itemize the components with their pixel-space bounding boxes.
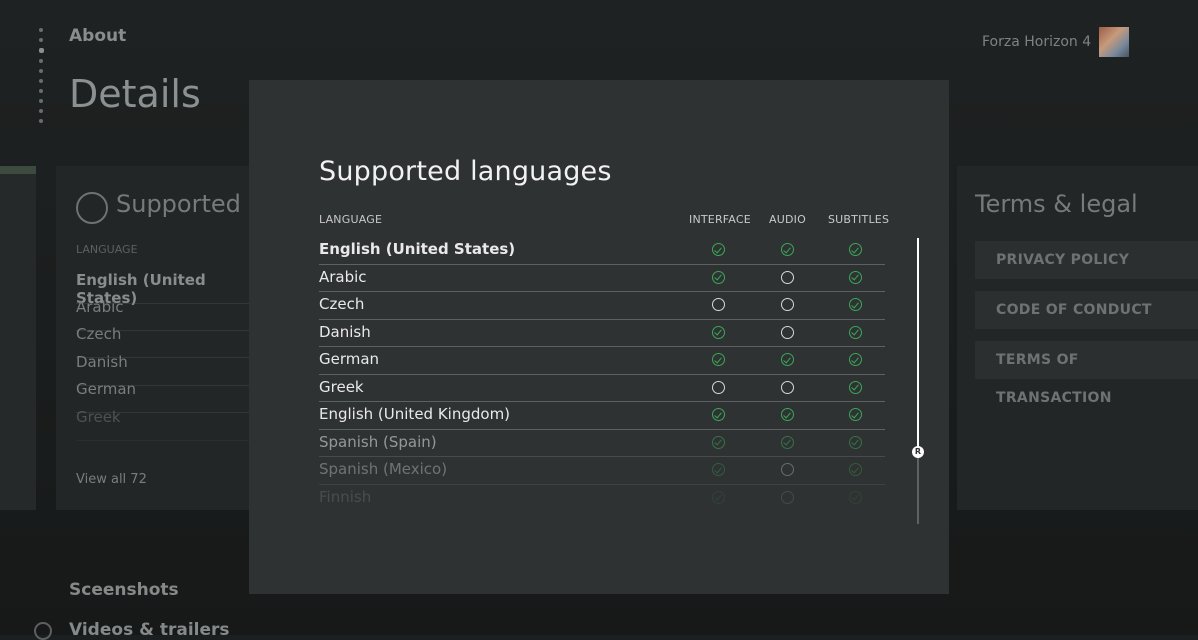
empty-circle-icon bbox=[781, 270, 794, 284]
language-name: Spanish (Spain) bbox=[319, 432, 437, 451]
language-row[interactable]: English (United States) bbox=[319, 237, 885, 265]
supported-languages-card[interactable]: Supported la LANGUAGE English (United St… bbox=[56, 166, 270, 510]
language-name: German bbox=[319, 350, 380, 368]
terms-legal-card: Terms & legal PRIVACY POLICY CODE OF CON… bbox=[957, 166, 1198, 510]
empty-circle-icon bbox=[781, 463, 794, 476]
game-thumbnail bbox=[1099, 27, 1129, 57]
empty-circle-icon bbox=[781, 380, 794, 394]
supported-languages-dialog: Supported languages LANGUAGE INTERFACE A… bbox=[249, 80, 949, 594]
check-circle-icon bbox=[849, 298, 862, 311]
video-icon bbox=[34, 622, 52, 640]
empty-circle-icon bbox=[712, 380, 725, 394]
language-row[interactable]: Spanish (Mexico) bbox=[319, 457, 885, 485]
view-all-link[interactable]: View all 72 bbox=[76, 472, 147, 487]
language-name: Arabic bbox=[319, 267, 367, 286]
language-name: Greek bbox=[319, 377, 364, 396]
check-circle-icon bbox=[781, 243, 794, 256]
column-header-language: LANGUAGE bbox=[319, 213, 383, 226]
empty-circle-icon bbox=[781, 325, 794, 339]
empty-circle-icon bbox=[781, 490, 794, 504]
check-circle-icon bbox=[712, 408, 725, 421]
language-row[interactable]: Finnish bbox=[319, 485, 885, 513]
language-row[interactable]: Arabic bbox=[319, 265, 885, 292]
check-circle-icon bbox=[712, 270, 725, 284]
card-header: LANGUAGE bbox=[76, 243, 138, 256]
column-header-interface: INTERFACE bbox=[689, 213, 751, 226]
language-row[interactable]: German bbox=[319, 347, 885, 375]
screenshots-heading: Sceenshots bbox=[69, 580, 179, 600]
empty-circle-icon bbox=[781, 298, 794, 311]
section-about-label: About bbox=[69, 26, 127, 46]
check-circle-icon bbox=[849, 435, 862, 449]
check-circle-icon bbox=[781, 408, 794, 421]
language-name: Czech bbox=[319, 295, 365, 313]
language-name: Spanish (Mexico) bbox=[319, 460, 448, 478]
column-header-audio: AUDIO bbox=[769, 213, 806, 226]
check-circle-icon bbox=[849, 490, 862, 504]
language-name: English (United Kingdom) bbox=[319, 405, 511, 423]
empty-circle-icon bbox=[712, 298, 725, 311]
language-row[interactable]: Greek bbox=[319, 375, 885, 402]
check-circle-icon bbox=[781, 353, 794, 366]
check-circle-icon bbox=[712, 463, 725, 476]
column-header-subtitles: SUBTITLES bbox=[828, 213, 890, 226]
code-of-conduct-button[interactable]: CODE OF CONDUCT bbox=[975, 291, 1198, 329]
page-nav-dots bbox=[39, 28, 44, 129]
terms-of-transaction-button[interactable]: TERMS OF TRANSACTION bbox=[975, 341, 1198, 406]
languages-list[interactable]: English (United States) Arabic Czech Danish… bbox=[319, 237, 885, 512]
dialog-title: Supported languages bbox=[319, 156, 612, 187]
right-stick-scroll-icon: R bbox=[912, 446, 924, 458]
language-name: Finnish bbox=[319, 487, 372, 506]
language-name: English (United States) bbox=[319, 240, 516, 258]
check-circle-icon bbox=[712, 243, 725, 256]
game-title: Forza Horizon 4 bbox=[982, 34, 1092, 50]
check-circle-icon bbox=[712, 325, 725, 339]
check-circle-icon bbox=[849, 408, 862, 421]
card-row: Greek bbox=[76, 408, 256, 441]
check-circle-icon bbox=[781, 435, 794, 449]
language-row[interactable]: Czech bbox=[319, 292, 885, 320]
scrollbar-thumb[interactable] bbox=[917, 238, 919, 452]
language-row[interactable]: English (United Kingdom) bbox=[319, 402, 885, 430]
language-row[interactable]: Danish bbox=[319, 320, 885, 347]
check-circle-icon bbox=[712, 435, 725, 449]
check-circle-icon bbox=[849, 270, 862, 284]
card-title: Supported la bbox=[116, 190, 270, 218]
check-circle-icon bbox=[849, 380, 862, 394]
page-title: Details bbox=[69, 72, 201, 116]
check-circle-icon bbox=[849, 463, 862, 476]
language-name: Danish bbox=[319, 322, 371, 341]
terms-title: Terms & legal bbox=[975, 190, 1138, 218]
videos-heading: Videos & trailers bbox=[69, 620, 230, 640]
check-circle-icon bbox=[849, 353, 862, 366]
language-row[interactable]: Spanish (Spain) bbox=[319, 430, 885, 457]
check-circle-icon bbox=[849, 243, 862, 256]
check-circle-icon bbox=[712, 490, 725, 504]
left-panel bbox=[0, 166, 36, 510]
check-circle-icon bbox=[849, 325, 862, 339]
privacy-policy-button[interactable]: PRIVACY POLICY bbox=[975, 241, 1198, 279]
check-circle-icon bbox=[712, 353, 725, 366]
globe-icon bbox=[76, 192, 108, 224]
